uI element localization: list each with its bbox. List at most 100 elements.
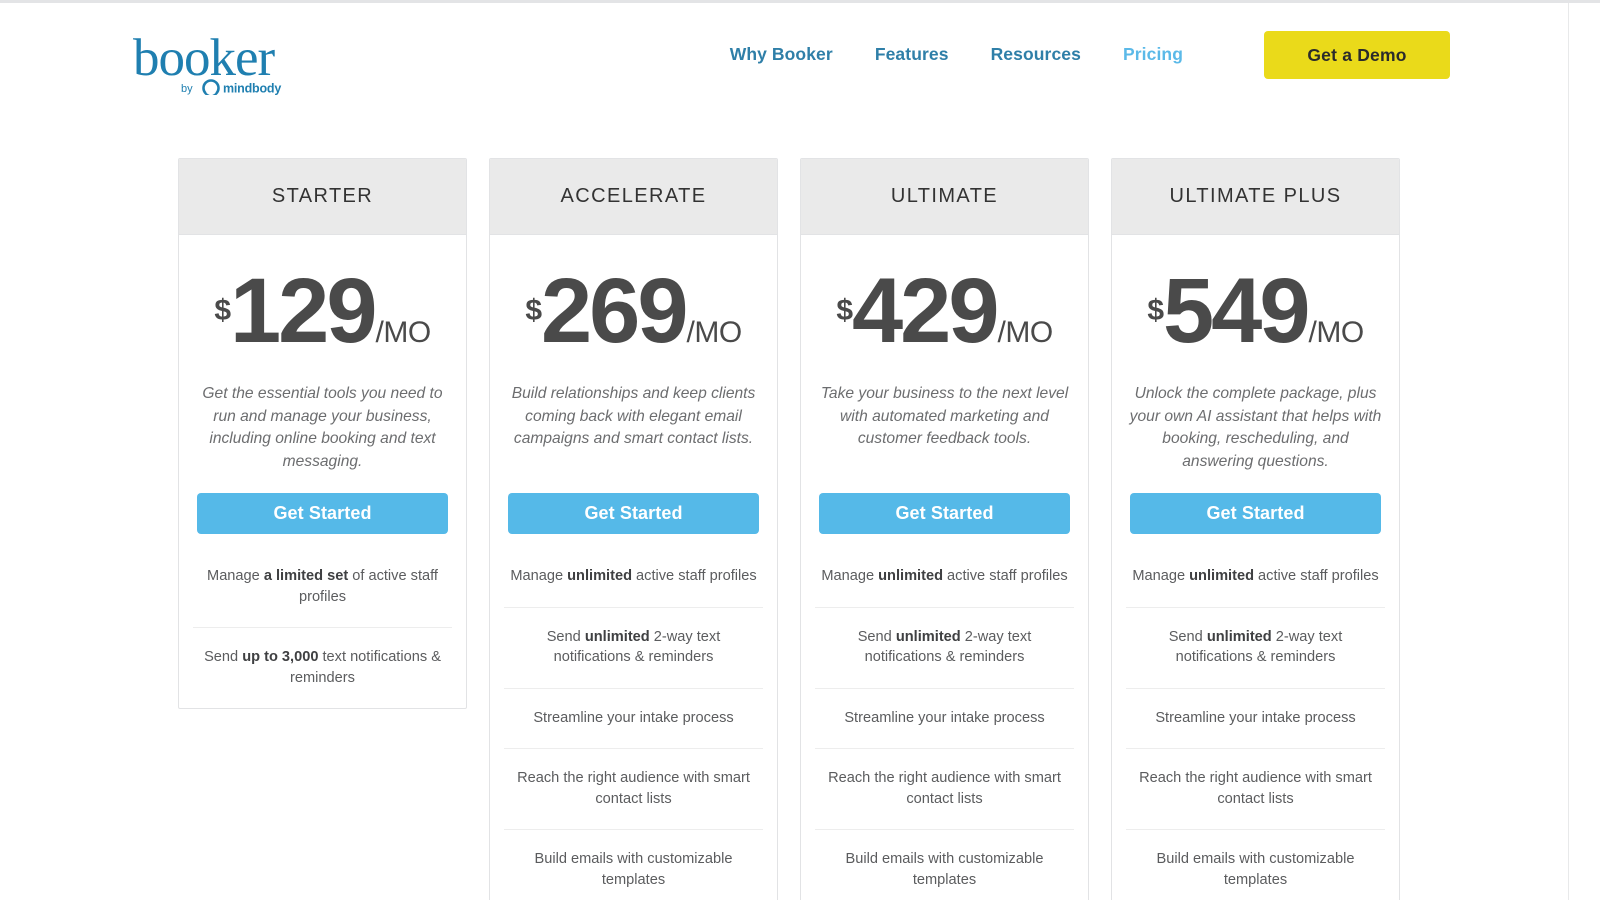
plan-feature-list: Manage unlimited active staff profilesSe… [801,566,1088,900]
feature-text: Streamline your intake process [533,710,733,726]
plan-feature-item: Manage unlimited active staff profiles [1126,566,1385,607]
feature-text: Send [547,629,585,645]
feature-text: active staff profiles [632,568,757,584]
page-scrollbar[interactable] [1568,3,1600,900]
svg-text:mindbody: mindbody [223,82,281,96]
plan-description: Take your business to the next level wit… [801,383,1088,475]
plan-feature-item: Send unlimited 2-way text notifications … [504,607,763,688]
pricing-plan-grid: STARTER $ 129 /MO Get the essential tool… [178,158,1400,900]
plan-header: STARTER [179,159,466,235]
plan-cta-wrap: Get Started [801,475,1088,534]
plan-feature-item: Send unlimited 2-way text notifications … [815,607,1074,688]
price-currency-symbol: $ [525,296,541,326]
get-a-demo-button[interactable]: Get a Demo [1264,31,1450,79]
price-amount: 269 [541,269,686,354]
feature-text: Send [858,629,896,645]
plan-cta-wrap: Get Started [179,475,466,534]
price-amount: 549 [1163,269,1308,354]
nav-link-resources[interactable]: Resources [991,46,1081,64]
svg-text:by: by [181,83,193,95]
price-row: $ 549 /MO [1147,269,1363,354]
price-period: /MO [998,318,1053,348]
feature-emphasis: up to 3,000 [242,649,318,665]
plan-feature-item: Reach the right audience with smart cont… [815,748,1074,829]
feature-text: Manage [510,568,567,584]
plan-cta-wrap: Get Started [490,475,777,534]
plan-description: Get the essential tools you need to run … [179,383,466,475]
plan-name: ULTIMATE PLUS [1170,185,1342,208]
plan-feature-item: Build emails with customizable templates [1126,829,1385,900]
plan-header: ULTIMATE [801,159,1088,235]
plan-feature-item: Reach the right audience with smart cont… [1126,748,1385,829]
plan-feature-item: Streamline your intake process [504,688,763,749]
plan-price: $ 129 /MO [179,235,466,383]
feature-emphasis: unlimited [585,629,650,645]
feature-text: Send [1169,629,1207,645]
plan-feature-item: Build emails with customizable templates [815,829,1074,900]
plan-feature-item: Manage unlimited active staff profiles [815,566,1074,607]
svg-text:booker: booker [133,31,276,87]
feature-text: Reach the right audience with smart cont… [828,770,1061,807]
price-amount: 129 [230,269,375,354]
feature-text: Build emails with customizable templates [1157,851,1355,888]
price-row: $ 129 /MO [214,269,430,354]
plan-feature-item: Build emails with customizable templates [504,829,763,900]
plan-name: ULTIMATE [891,185,998,208]
booker-logo-icon: booker by mindbody [133,31,298,95]
pricing-plan-card-starter: STARTER $ 129 /MO Get the essential tool… [178,158,467,709]
price-currency-symbol: $ [1147,296,1163,326]
feature-text: Manage [1132,568,1189,584]
plan-feature-item: Manage unlimited active staff profiles [504,566,763,607]
plan-feature-item: Streamline your intake process [815,688,1074,749]
nav-link-pricing[interactable]: Pricing [1123,46,1183,64]
plan-feature-item: Send unlimited 2-way text notifications … [1126,607,1385,688]
feature-text: Streamline your intake process [1155,710,1355,726]
feature-text: active staff profiles [1254,568,1379,584]
feature-text: Reach the right audience with smart cont… [517,770,750,807]
feature-text: Build emails with customizable templates [535,851,733,888]
price-period: /MO [687,318,742,348]
booker-logo[interactable]: booker by mindbody [133,31,298,95]
nav-link-why-booker[interactable]: Why Booker [730,46,833,64]
plan-name: ACCELERATE [561,185,707,208]
plan-feature-list: Manage unlimited active staff profilesSe… [490,566,777,900]
price-row: $ 269 /MO [525,269,741,354]
get-started-button[interactable]: Get Started [1130,493,1381,534]
browser-viewport: booker by mindbody Why Booker Features R… [0,0,1600,900]
plan-feature-item: Send up to 3,000 text notifications & re… [193,627,452,708]
price-period: /MO [1309,318,1364,348]
price-period: /MO [376,318,431,348]
nav-link-features[interactable]: Features [875,46,949,64]
plan-cta-wrap: Get Started [1112,475,1399,534]
feature-text: Manage [821,568,878,584]
pricing-plan-card-accelerate: ACCELERATE $ 269 /MO Build relationships… [489,158,778,900]
feature-emphasis: unlimited [896,629,961,645]
feature-text: Send [204,649,242,665]
price-row: $ 429 /MO [836,269,1052,354]
price-amount: 429 [852,269,997,354]
feature-text: Build emails with customizable templates [846,851,1044,888]
feature-emphasis: unlimited [878,568,943,584]
plan-header: ACCELERATE [490,159,777,235]
feature-emphasis: unlimited [1189,568,1254,584]
feature-emphasis: unlimited [567,568,632,584]
get-started-button[interactable]: Get Started [508,493,759,534]
plan-feature-list: Manage unlimited active staff profilesSe… [1112,566,1399,900]
feature-emphasis: a limited set [264,568,348,584]
plan-price: $ 269 /MO [490,235,777,383]
plan-feature-item: Reach the right audience with smart cont… [504,748,763,829]
plan-name: STARTER [272,185,373,208]
main-nav: Why Booker Features Resources Pricing Ge… [730,31,1450,79]
plan-description: Unlock the complete package, plus your o… [1112,383,1399,475]
feature-text: active staff profiles [943,568,1068,584]
site-header: booker by mindbody Why Booker Features R… [0,3,1568,125]
plan-feature-item: Manage a limited set of active staff pro… [193,566,452,627]
get-started-button[interactable]: Get Started [197,493,448,534]
plan-price: $ 429 /MO [801,235,1088,383]
get-started-button[interactable]: Get Started [819,493,1070,534]
plan-feature-list: Manage a limited set of active staff pro… [179,566,466,708]
plan-description: Build relationships and keep clients com… [490,383,777,475]
price-currency-symbol: $ [836,296,852,326]
feature-text: Reach the right audience with smart cont… [1139,770,1372,807]
plan-header: ULTIMATE PLUS [1112,159,1399,235]
